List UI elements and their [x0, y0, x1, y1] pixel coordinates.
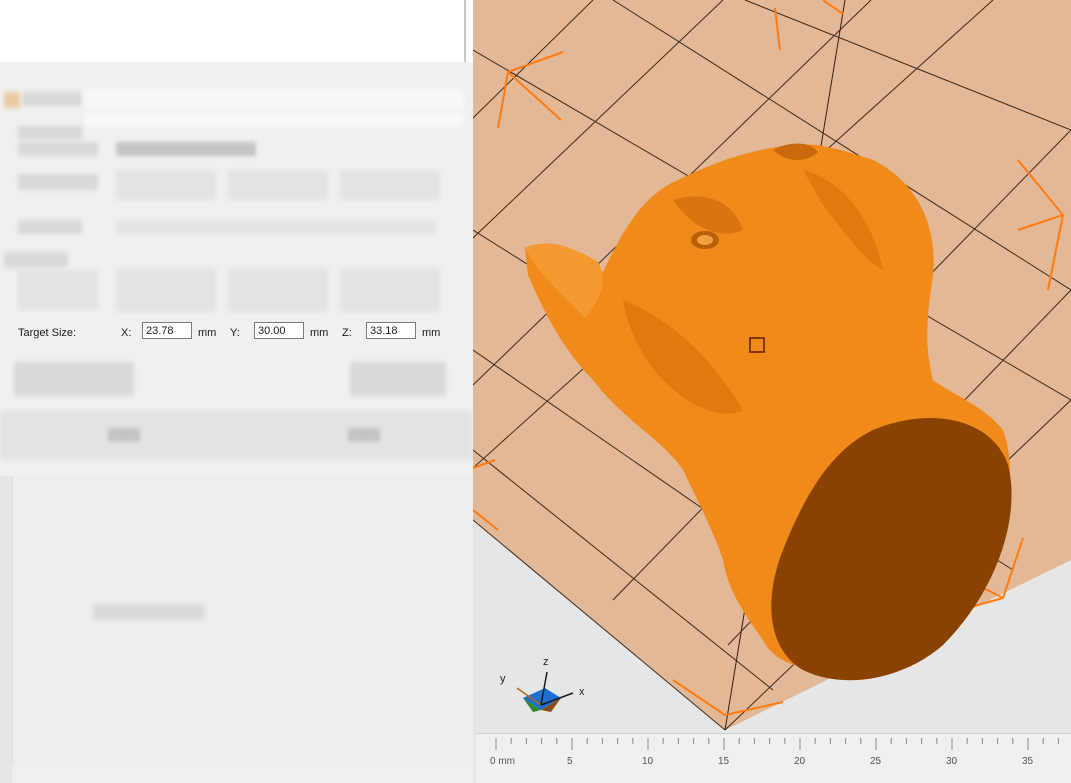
target-y-unit: mm [310, 327, 329, 339]
obscured-field [84, 90, 464, 108]
target-z-input[interactable] [366, 322, 416, 339]
obscured-text [18, 270, 98, 310]
target-z-label: Z: [342, 327, 352, 339]
target-x-label: X: [121, 327, 132, 339]
ruler-label-20: 20 [794, 756, 806, 767]
panel-divider [464, 0, 466, 62]
obscured-text [18, 220, 82, 234]
dialog-titlebar-area [0, 0, 466, 62]
target-z-unit: mm [422, 327, 441, 339]
ruler-label-0: 0 mm [490, 756, 515, 767]
ruler-label-35: 35 [1022, 756, 1034, 767]
ruler-label-10: 10 [642, 756, 654, 767]
obscured-text [18, 142, 98, 156]
axis-x-label: x [579, 686, 585, 698]
obscured-text [116, 220, 436, 234]
obscured-control [228, 268, 328, 312]
axis-y-label: y [500, 673, 506, 685]
ruler-label-30: 30 [946, 756, 958, 767]
obscured-control [116, 170, 216, 200]
ruler-ticks [495, 738, 1059, 750]
target-y-input[interactable] [254, 322, 304, 339]
panel-side-strip [0, 476, 12, 783]
target-size-row: Target Size: X: mm Y: mm Z: mm [0, 318, 473, 348]
obscured-control [116, 268, 216, 312]
ruler-label-5: 5 [567, 756, 573, 767]
ruler-label-25: 25 [870, 756, 882, 767]
obscured-control [228, 170, 328, 200]
obscured-button [350, 362, 446, 396]
3d-viewport[interactable] [473, 0, 1071, 783]
dialog-lower-area [12, 476, 474, 766]
obscured-button [14, 362, 134, 396]
obscured-icon [4, 92, 20, 108]
obscured-text [18, 174, 98, 190]
obscured-text [116, 142, 256, 156]
viewport-canvas[interactable] [473, 0, 1071, 783]
obscured-text [22, 92, 82, 106]
obscured-control [340, 170, 440, 200]
ruler-label-15: 15 [718, 756, 730, 767]
ruler: 0 mm 5 10 15 20 25 30 35 [476, 733, 1071, 783]
obscured-text [18, 126, 82, 140]
target-y-label: Y: [230, 327, 240, 339]
target-x-input[interactable] [142, 322, 192, 339]
obscured-toolbar [0, 410, 473, 460]
obscured-text [4, 252, 68, 268]
obscured-control [340, 268, 440, 312]
obscured-field [84, 112, 464, 126]
obscured-text [93, 604, 205, 620]
target-size-label: Target Size: [18, 327, 77, 339]
obscured-text [108, 428, 140, 442]
obscured-text [348, 428, 380, 442]
axis-z-label: z [543, 656, 549, 668]
target-x-unit: mm [198, 327, 217, 339]
